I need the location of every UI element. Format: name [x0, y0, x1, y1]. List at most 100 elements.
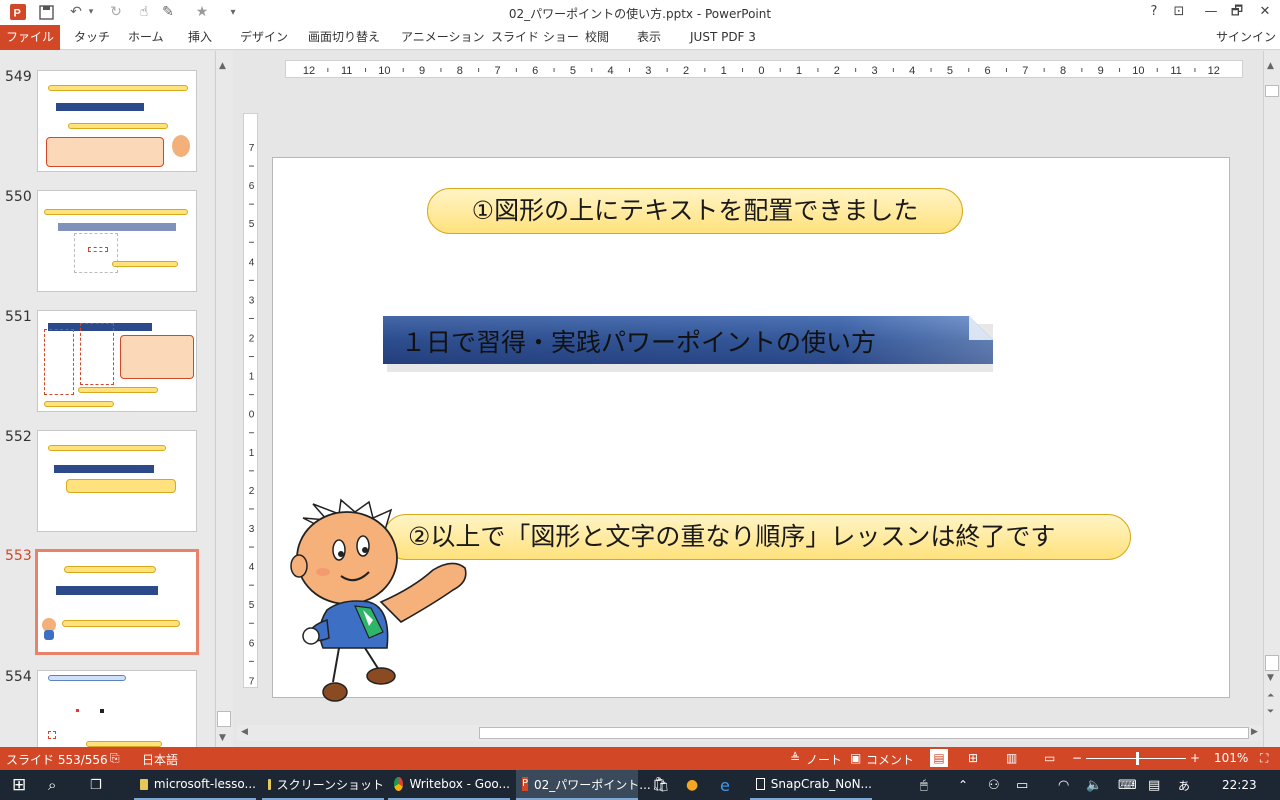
scroll-right-icon[interactable]: ▶	[1251, 727, 1258, 737]
ribbon-display-icon[interactable]: ⊡	[1166, 2, 1192, 22]
comments-button[interactable]: コメント	[866, 751, 914, 768]
search-icon[interactable]: ⌕	[48, 770, 56, 800]
title-bar: P ↶ ▾ ↻ ☝ ✎ ★ ▾ 02_パワーポイントの使い方.pptx - Po…	[0, 0, 1280, 25]
normal-view-icon[interactable]: ▤	[930, 749, 948, 767]
task-view-icon[interactable]: ❐	[90, 770, 102, 800]
ruler-tick-label: 1	[249, 372, 255, 383]
action-center-icon[interactable]: ▤	[1148, 770, 1160, 800]
spellcheck-icon[interactable]: ⎘	[110, 751, 120, 766]
image-icon	[756, 778, 765, 790]
slide-number: 549	[5, 69, 32, 85]
callout-1[interactable]: ①図形の上にテキストを配置できました	[427, 188, 963, 234]
slide-thumbnail[interactable]	[37, 190, 197, 292]
restore-button[interactable]: 🗗	[1224, 2, 1250, 22]
slide-position: スライド 553/556	[6, 753, 108, 767]
display-icon[interactable]: ▭	[1016, 770, 1028, 800]
slide-sorter-icon[interactable]: ⊞	[968, 751, 978, 765]
ruler-tick-label: 2	[249, 334, 255, 345]
tab-design[interactable]: デザイン	[240, 25, 288, 50]
app-icon[interactable]: ●	[686, 770, 698, 800]
usb-icon[interactable]: ⚇	[988, 770, 1000, 800]
slide-thumbnail[interactable]	[37, 670, 197, 748]
close-button[interactable]: ✕	[1252, 2, 1278, 22]
taskbar-app-label: microsoft-lesso...	[153, 777, 256, 791]
tab-file[interactable]: ファイル	[0, 25, 60, 50]
scroll-down-icon[interactable]: ▼	[219, 733, 226, 743]
taskbar-app-active[interactable]: P 02_パワーポイント...	[516, 770, 651, 800]
ruler-tick-label: 5	[947, 65, 953, 77]
tab-slideshow[interactable]: スライド ショー	[491, 25, 579, 50]
clock[interactable]: 22:23	[1222, 770, 1257, 800]
minimize-button[interactable]: —	[1198, 2, 1224, 22]
notes-icon[interactable]: ≜	[790, 751, 800, 765]
slide-thumbnail[interactable]	[37, 70, 197, 172]
taskbar-app-label: スクリーンショット	[276, 777, 384, 792]
zoom-slider-handle[interactable]	[1136, 752, 1139, 765]
ruler-tick-label: 1	[721, 65, 727, 77]
ribbon-tabs: ファイル タッチ ホーム 挿入 デザイン 画面切り替え アニメーション スライド…	[0, 25, 1280, 50]
scroll-up-icon[interactable]: ▲	[219, 61, 226, 71]
next-slide-icon[interactable]: ⏷	[1267, 707, 1274, 717]
tab-transitions[interactable]: 画面切り替え	[308, 25, 380, 50]
taskbar-app[interactable]: SnapCrab_NoN...	[750, 770, 872, 800]
ruler-tick-label: 6	[249, 638, 255, 649]
thumbnail-scrollbar[interactable]: ▲ ▼	[215, 51, 233, 747]
windows-taskbar: ⊞ ⌕ ❐ microsoft-lesso... スクリーンショット Write…	[0, 770, 1280, 800]
sign-in-link[interactable]: サインイン	[1216, 28, 1276, 45]
slide-number: 554	[5, 669, 32, 685]
tab-touch[interactable]: タッチ	[74, 25, 110, 50]
keyboard-icon[interactable]: ⌨	[1118, 770, 1137, 800]
vertical-scroll-lower-thumb[interactable]	[1265, 655, 1279, 671]
tab-just-pdf[interactable]: JUST PDF 3	[690, 25, 756, 50]
callout-2[interactable]: ②以上で「図形と文字の重なり順序」レッスンは終了です	[383, 514, 1131, 560]
ruler-tick-label: 9	[419, 65, 425, 77]
scroll-down-icon[interactable]: ▼	[1267, 673, 1274, 683]
taskbar-app[interactable]: スクリーンショット	[262, 770, 384, 800]
previous-slide-icon[interactable]: ⏶	[1267, 691, 1274, 701]
editor-horizontal-scrollbar[interactable]: ◀ ▶	[237, 725, 1262, 741]
editor-vertical-scrollbar[interactable]: ▲ ▼ ⏶ ⏷	[1263, 51, 1280, 747]
title-banner-shape[interactable]: １日で習得・実践パワーポイントの使い方	[383, 316, 993, 372]
slide-thumbnail-selected[interactable]	[35, 549, 199, 655]
scroll-up-icon[interactable]: ▲	[1267, 61, 1274, 71]
notes-button[interactable]: ノート	[806, 751, 842, 768]
slide-thumbnail[interactable]	[37, 310, 197, 412]
slide-thumbnail[interactable]	[37, 430, 197, 532]
taskbar-app[interactable]: Writebox - Goo...	[388, 770, 510, 800]
windows-start-icon[interactable]: ⊞	[12, 770, 26, 800]
help-button[interactable]: ?	[1141, 2, 1167, 22]
store-icon[interactable]: 🛍	[652, 770, 670, 800]
reading-view-icon[interactable]: ▥	[1006, 751, 1017, 765]
mouse-icon[interactable]: 🖱	[920, 770, 928, 800]
slideshow-view-icon[interactable]: ▭	[1044, 751, 1055, 765]
tab-review[interactable]: 校閲	[585, 25, 609, 50]
fit-slide-icon[interactable]: ⛶	[1260, 751, 1268, 766]
scroll-left-icon[interactable]: ◀	[241, 727, 248, 737]
zoom-level[interactable]: 101%	[1214, 751, 1248, 765]
tab-animations[interactable]: アニメーション	[401, 25, 485, 50]
show-hidden-icons-icon[interactable]: ⌃	[958, 770, 968, 800]
volume-icon[interactable]: 🔈	[1086, 770, 1102, 800]
language-indicator[interactable]: 日本語	[142, 751, 178, 768]
horizontal-scroll-thumb[interactable]	[479, 727, 1249, 739]
ruler-tick-label: 7	[249, 676, 255, 687]
zoom-in-icon[interactable]: +	[1190, 751, 1200, 765]
ime-indicator[interactable]: あ	[1178, 770, 1190, 800]
tab-view[interactable]: 表示	[637, 25, 661, 50]
ruler-tick-label: 5	[570, 65, 576, 77]
thumbnail-scroll-thumb[interactable]	[217, 711, 231, 727]
zoom-out-icon[interactable]: −	[1072, 751, 1082, 765]
ruler-tick-label: 4	[909, 65, 915, 77]
ruler-tick-label: 11	[341, 65, 352, 77]
tab-home[interactable]: ホーム	[128, 25, 164, 50]
ruler-tick-label: 3	[249, 524, 255, 535]
slide-thumbnail-panel: 549 550 551 552 553 554	[0, 51, 214, 748]
taskbar-app[interactable]: microsoft-lesso...	[134, 770, 256, 800]
vertical-scroll-thumb[interactable]	[1265, 85, 1279, 97]
tab-insert[interactable]: 挿入	[188, 25, 212, 50]
edge-icon[interactable]: e	[720, 770, 730, 800]
wifi-icon[interactable]: ◠	[1058, 770, 1069, 800]
ruler-tick-label: 0	[249, 410, 255, 421]
ruler-tick-label: 1	[249, 448, 255, 459]
comments-icon[interactable]: ▣	[850, 751, 861, 765]
